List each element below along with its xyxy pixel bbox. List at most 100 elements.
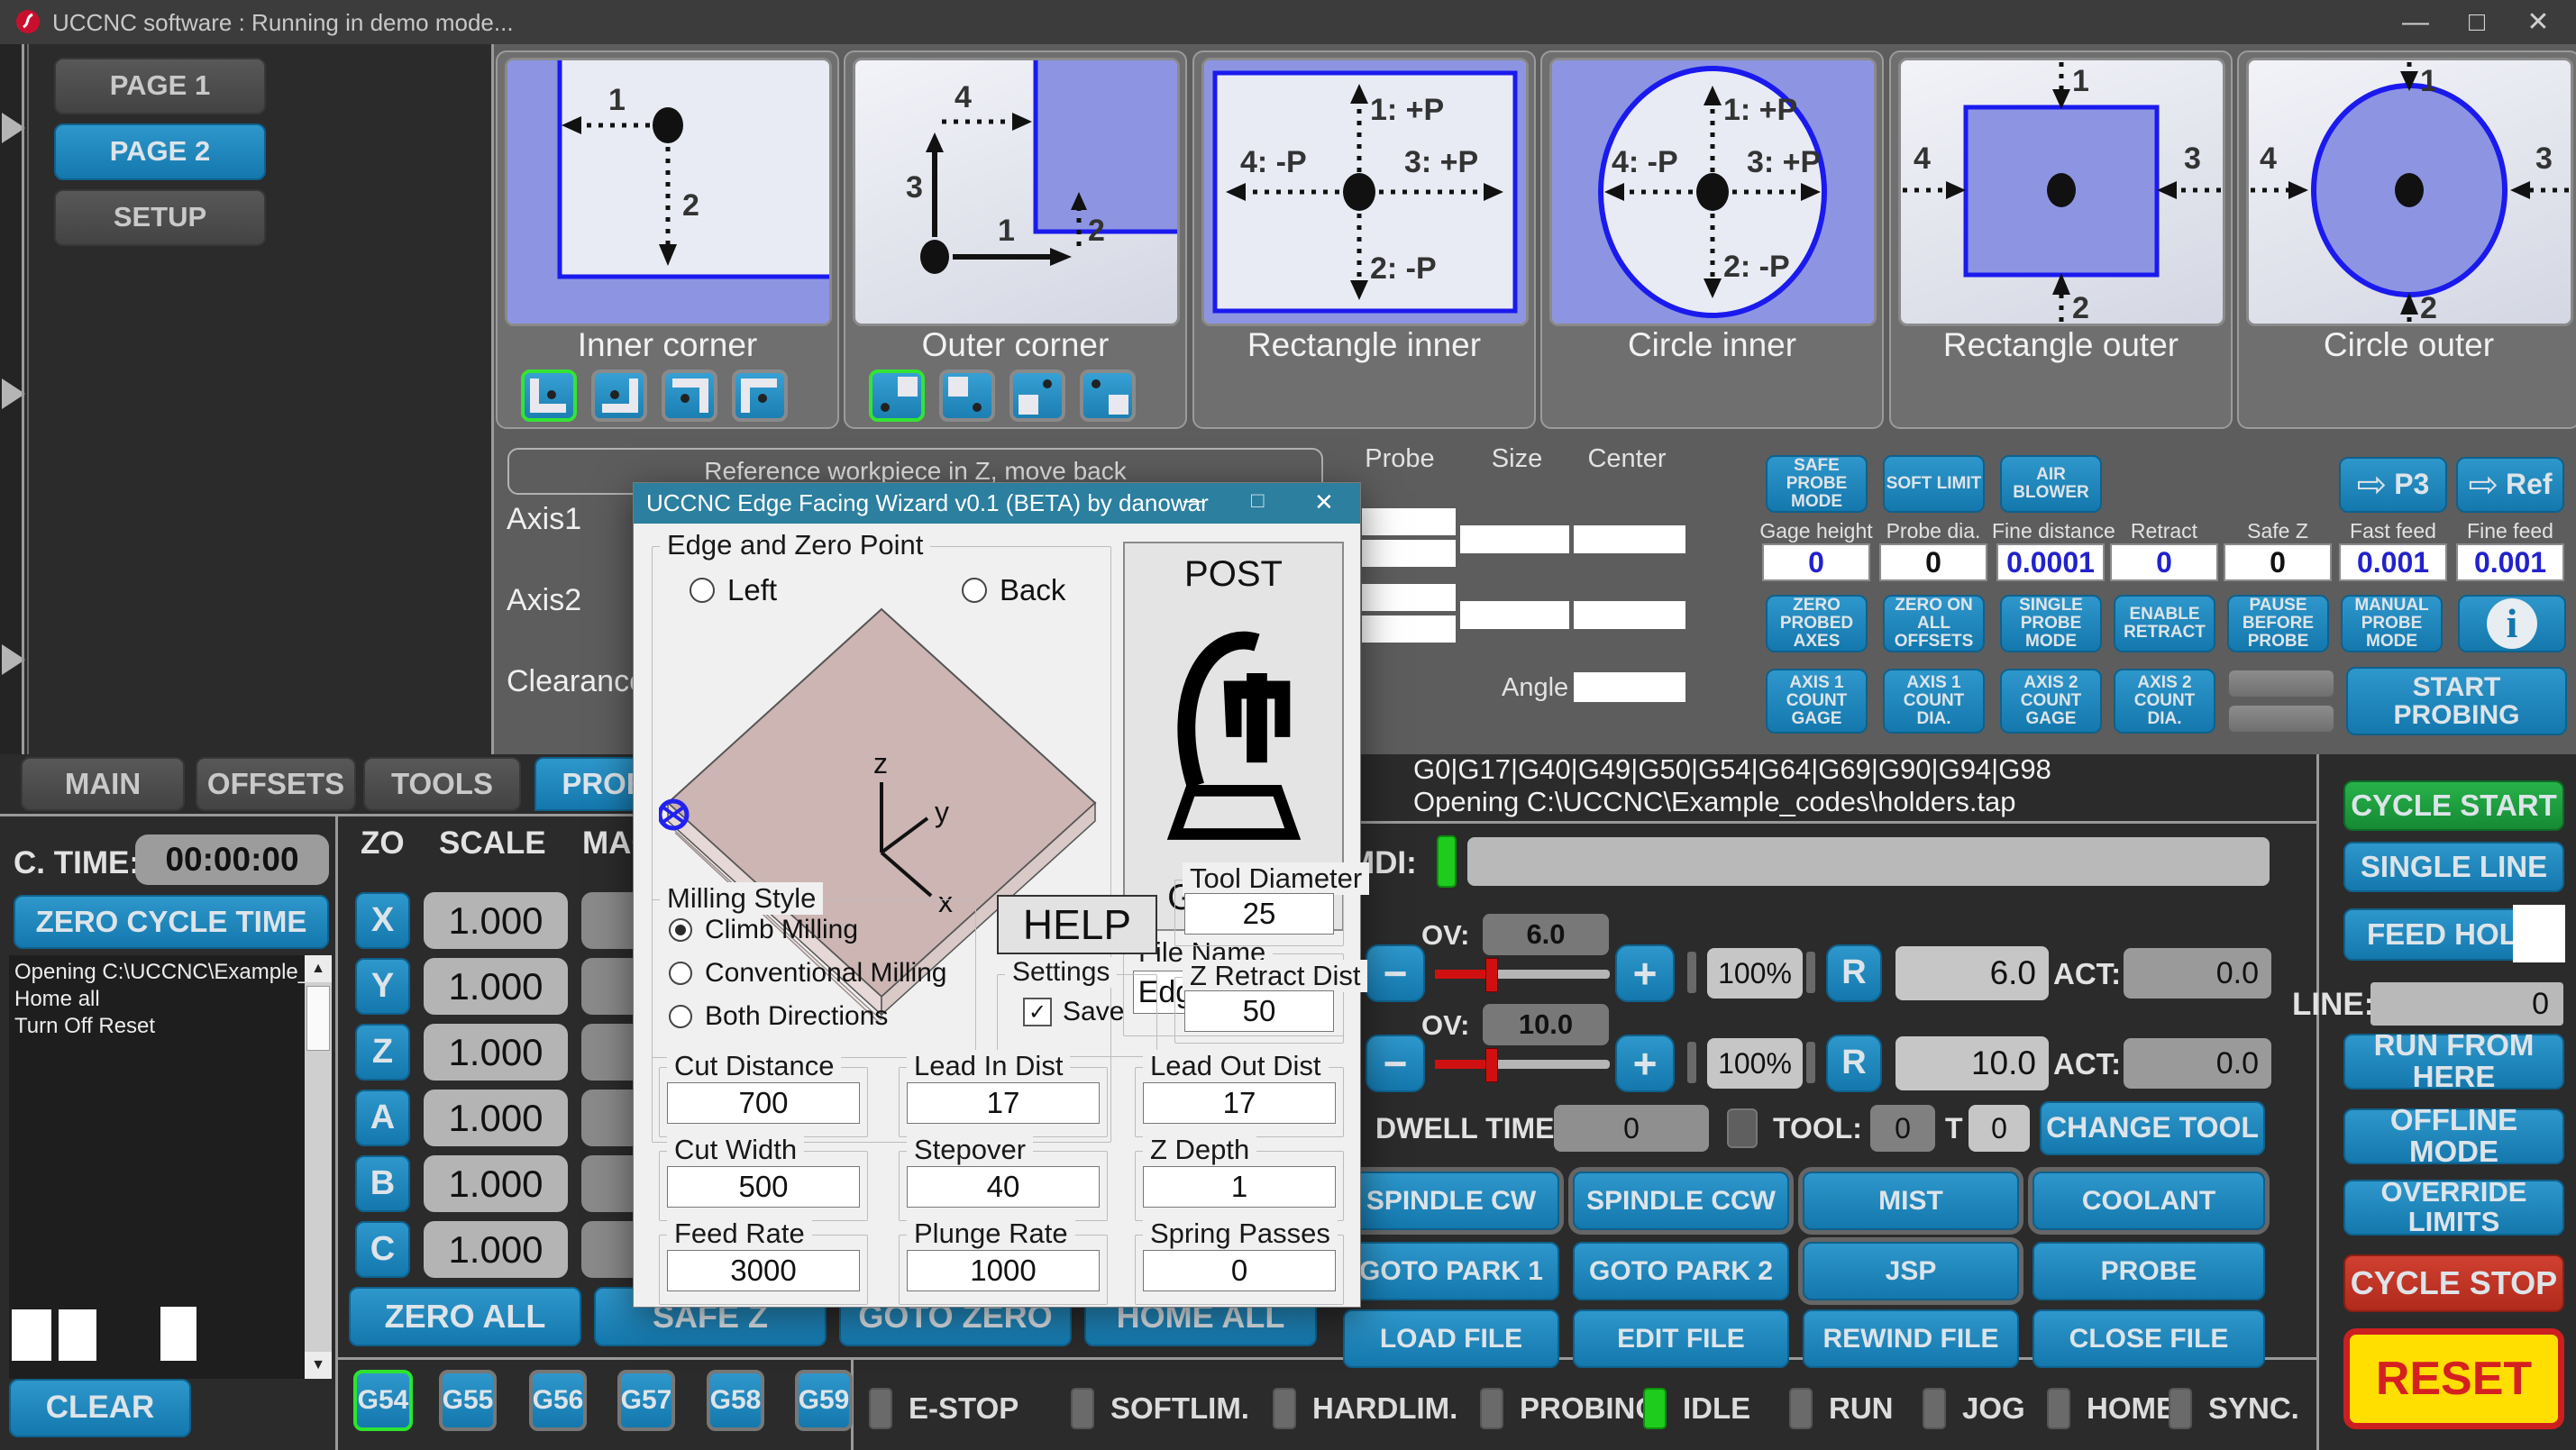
cycle-start-button[interactable]: CYCLE START xyxy=(2343,780,2564,831)
axis-a-scale[interactable]: 1.000 xyxy=(424,1090,568,1146)
axis-y-scale[interactable]: 1.000 xyxy=(424,958,568,1015)
safe-probe-mode-button[interactable]: SAFE PROBE MODE xyxy=(1766,455,1868,513)
goto-p3-button[interactable]: ⇨P3 xyxy=(2339,457,2447,513)
center-value-field[interactable] xyxy=(1574,525,1685,553)
offline-mode-button[interactable]: OFFLINE MODE xyxy=(2343,1108,2564,1164)
probe-dia-field[interactable]: 0 xyxy=(1879,543,1987,581)
fine-distance-field[interactable]: 0.0001 xyxy=(1996,543,2105,581)
axis2-count-dia-button[interactable]: AXIS 2 COUNT DIA. xyxy=(2114,669,2215,734)
cycle-stop-button[interactable]: CYCLE STOP xyxy=(2343,1254,2564,1312)
axis-y-button[interactable]: Y xyxy=(355,958,410,1015)
cut-width-input[interactable]: 500 xyxy=(667,1166,860,1208)
help-button[interactable]: HELP xyxy=(997,895,1157,954)
spring-passes-input[interactable]: 0 xyxy=(1143,1250,1336,1291)
spindle-cw-button[interactable]: SPINDLE CW xyxy=(1343,1172,1559,1230)
sidebar-item-page1[interactable]: PAGE 1 xyxy=(54,58,266,114)
retract-field[interactable]: 0 xyxy=(2110,543,2218,581)
manual-probe-mode-button[interactable]: MANUAL PROBE MODE xyxy=(2341,595,2443,652)
inner-corner-variant-1-icon[interactable] xyxy=(521,369,577,422)
spindle-override-plus-button[interactable]: + xyxy=(1615,1035,1675,1092)
close-file-button[interactable]: CLOSE FILE xyxy=(2032,1309,2265,1368)
axis-z-button[interactable]: Z xyxy=(355,1024,410,1081)
milling-conventional-option[interactable]: Conventional Milling xyxy=(669,958,946,989)
fast-feed-field[interactable]: 0.001 xyxy=(2339,543,2447,581)
outer-corner-variant-3-icon[interactable] xyxy=(1009,369,1065,422)
soft-limit-button[interactable]: SOFT LIMIT xyxy=(1883,455,1985,513)
card-circle-inner[interactable]: 1: +P 2: -P 3: +P 4: -P Circle inner xyxy=(1540,50,1884,429)
minimize-icon[interactable]: — xyxy=(2389,0,2443,44)
axis-x-scale[interactable]: 1.000 xyxy=(424,892,568,949)
inner-corner-variant-2-icon[interactable] xyxy=(591,369,647,422)
start-probing-button[interactable]: START PROBING xyxy=(2346,667,2567,735)
axis1-count-dia-button[interactable]: AXIS 1 COUNT DIA. xyxy=(1883,669,1985,734)
spindle-override-reset-button[interactable]: R xyxy=(1826,1035,1882,1092)
safe-z-field[interactable]: 0 xyxy=(2224,543,2332,581)
lead-in-input[interactable]: 17 xyxy=(907,1082,1100,1124)
single-line-button[interactable]: SINGLE LINE xyxy=(2343,842,2564,892)
tab-tools[interactable]: TOOLS xyxy=(363,757,521,811)
enable-retract-button[interactable]: ENABLE RETRACT xyxy=(2114,595,2215,652)
zero-cycle-time-button[interactable]: ZERO CYCLE TIME xyxy=(14,895,329,949)
wcs-g58-button[interactable]: G58 xyxy=(707,1370,764,1431)
air-blower-button[interactable]: AIR BLOWER xyxy=(2000,455,2102,513)
tab-main[interactable]: MAIN xyxy=(21,757,185,811)
outer-corner-variant-2-icon[interactable] xyxy=(939,369,995,422)
wcs-g54-button[interactable]: G54 xyxy=(353,1370,413,1431)
card-circle-outer[interactable]: 1 2 3 4 Circle outer xyxy=(2237,50,2576,429)
zero-all-button[interactable]: ZERO ALL xyxy=(349,1287,581,1346)
zero-probed-axes-button[interactable]: ZERO PROBED AXES xyxy=(1766,595,1868,652)
goto-park2-button[interactable]: GOTO PARK 2 xyxy=(1573,1242,1789,1300)
card-rectangle-outer[interactable]: 1 2 3 4 Rectangle outer xyxy=(1889,50,2233,429)
log-scrollbar[interactable]: ▲ ▼ xyxy=(305,955,332,1379)
axis-b-scale[interactable]: 1.000 xyxy=(424,1155,568,1212)
reset-button[interactable]: RESET xyxy=(2343,1328,2564,1429)
sidebar-item-page2[interactable]: PAGE 2 xyxy=(54,123,266,180)
override-limits-button[interactable]: OVERRIDE LIMITS xyxy=(2343,1180,2564,1236)
inner-corner-variant-4-icon[interactable] xyxy=(732,369,788,422)
axis2-count-gage-button[interactable]: AXIS 2 COUNT GAGE xyxy=(2000,669,2102,734)
goto-ref-button[interactable]: ⇨Ref xyxy=(2456,457,2564,513)
mist-button[interactable]: MIST xyxy=(1803,1172,2019,1230)
feed-override-reset-button[interactable]: R xyxy=(1826,944,1882,1002)
axis-c-button[interactable]: C xyxy=(355,1221,410,1278)
rewind-file-button[interactable]: REWIND FILE xyxy=(1803,1309,2019,1368)
probe-value-field[interactable] xyxy=(1362,584,1456,611)
axis-b-button[interactable]: B xyxy=(355,1155,410,1212)
cut-distance-input[interactable]: 700 xyxy=(667,1082,860,1124)
z-depth-input[interactable]: 1 xyxy=(1143,1166,1336,1208)
milling-climb-option[interactable]: Climb Milling xyxy=(669,915,858,945)
probe-value-field[interactable] xyxy=(1362,540,1456,567)
mdi-input[interactable] xyxy=(1467,837,2270,886)
wcs-g55-button[interactable]: G55 xyxy=(439,1370,497,1431)
center-value-field[interactable] xyxy=(1574,601,1685,629)
dialog-minimize-icon[interactable]: — xyxy=(1183,488,1205,514)
coolant-button[interactable]: COOLANT xyxy=(2032,1172,2265,1230)
blank-button[interactable] xyxy=(2227,704,2335,734)
axis-a-button[interactable]: A xyxy=(355,1090,410,1146)
zero-on-all-offsets-button[interactable]: ZERO ON ALL OFFSETS xyxy=(1883,595,1985,652)
outer-corner-variant-1-icon[interactable] xyxy=(869,369,925,422)
load-file-button[interactable]: LOAD FILE xyxy=(1343,1309,1559,1368)
spindle-override-minus-button[interactable]: − xyxy=(1366,1035,1425,1092)
probe-button[interactable]: PROBE xyxy=(2032,1242,2265,1300)
close-icon[interactable]: ✕ xyxy=(2511,0,2565,44)
z-retract-input[interactable]: 50 xyxy=(1184,990,1334,1032)
probe-info-button[interactable]: i xyxy=(2458,595,2566,652)
spindle-override-slider[interactable] xyxy=(1435,1060,1610,1069)
size-value-field[interactable] xyxy=(1460,525,1569,553)
dialog-close-icon[interactable]: ✕ xyxy=(1314,488,1334,516)
goto-park1-button[interactable]: GOTO PARK 1 xyxy=(1343,1242,1559,1300)
scroll-down-icon[interactable]: ▼ xyxy=(305,1352,332,1379)
feed-override-minus-button[interactable]: − xyxy=(1366,944,1425,1002)
outer-corner-variant-4-icon[interactable] xyxy=(1080,369,1136,422)
feed-override-plus-button[interactable]: + xyxy=(1615,944,1675,1002)
wcs-g59-button[interactable]: G59 xyxy=(795,1370,853,1431)
axis-x-button[interactable]: X xyxy=(355,892,410,949)
fine-feed-field[interactable]: 0.001 xyxy=(2456,543,2564,581)
feed-rate-input[interactable]: 3000 xyxy=(667,1250,860,1291)
scroll-thumb[interactable] xyxy=(306,986,330,1051)
angle-field[interactable] xyxy=(1574,672,1685,702)
wcs-g56-button[interactable]: G56 xyxy=(529,1370,587,1431)
axis-z-scale[interactable]: 1.000 xyxy=(424,1024,568,1081)
tool-diameter-input[interactable]: 25 xyxy=(1184,893,1334,935)
